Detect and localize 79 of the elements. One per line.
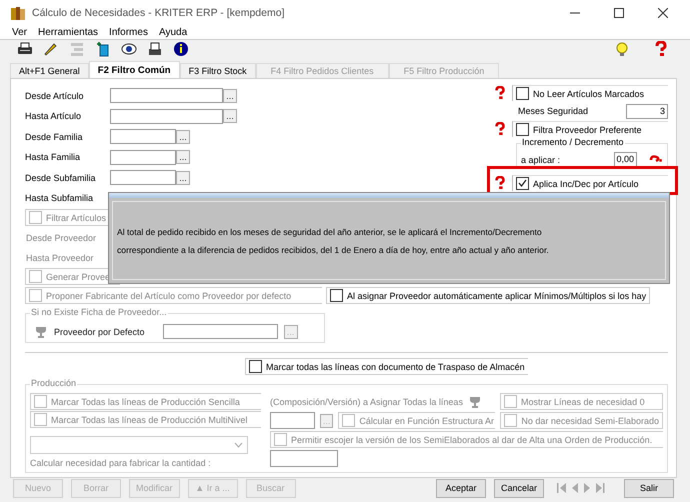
menu-item[interactable]: Ver xyxy=(12,27,28,38)
tab[interactable]: Alt+F1 General xyxy=(10,63,89,78)
input-field[interactable]: 0,00 xyxy=(614,152,637,168)
field-label: Meses Seguridad xyxy=(518,106,588,116)
trophy-icon xyxy=(34,326,48,338)
field-label: Desde Artículo xyxy=(25,90,85,101)
browse-button[interactable]: ... xyxy=(223,88,237,103)
checkbox-label: Marcar Todas las líneas de Producción MultiNivel xyxy=(51,414,248,425)
maximize-icon[interactable] xyxy=(614,8,624,18)
checkbox-label: Filtra Proveedor Preferente xyxy=(533,124,642,135)
field-label: Desde Subfamilia xyxy=(25,172,97,183)
field-label: (Composición/Versión) a Asignar Todas la líneas xyxy=(270,396,463,407)
trophy-icon xyxy=(468,396,482,408)
field-label: Hasta Proveedor xyxy=(25,252,94,266)
checkbox[interactable] xyxy=(330,289,343,302)
print-preview-icon[interactable] xyxy=(147,41,163,58)
checkbox[interactable] xyxy=(516,177,529,190)
group-title: Si no Existe Ficha de Proveedor... xyxy=(30,307,168,318)
browse-button[interactable]: ... xyxy=(176,150,190,164)
field-label: Desde Familia xyxy=(25,132,84,142)
tab[interactable]: F2 Filtro Común xyxy=(88,61,180,78)
field-label: Hasta Artículo xyxy=(25,111,82,122)
browse-button[interactable]: ... xyxy=(223,109,237,124)
checkbox[interactable] xyxy=(516,87,529,100)
browse-button[interactable]: ... xyxy=(176,170,190,185)
chevron-down-icon xyxy=(234,442,243,448)
input-field[interactable] xyxy=(162,324,278,340)
field-label: a aplicar : xyxy=(521,154,562,165)
checkbox-label: Proponer Fabricante del Artículo como Proveedor por defecto xyxy=(46,290,292,301)
window-title: Cálculo de Necesidades - KRITER ERP - [kempdemo] xyxy=(32,7,284,20)
checkbox-label: Cálcular en Función Estructura Ar xyxy=(359,416,494,426)
input-field[interactable] xyxy=(270,412,315,430)
menu-item[interactable]: Ayuda xyxy=(158,27,188,38)
checkbox-label: No Leer Artículos Marcados xyxy=(533,88,644,99)
dialog-button[interactable]: Cancelar xyxy=(494,478,544,498)
input-field[interactable] xyxy=(110,88,223,104)
checkbox[interactable] xyxy=(516,123,529,136)
group-title: Incremento / Decremento xyxy=(521,137,625,148)
input-field[interactable] xyxy=(110,170,176,186)
input-field[interactable] xyxy=(110,108,223,124)
checkbox-label: Marcar todas las líneas con documento de Traspaso de Almacén xyxy=(266,362,525,372)
checkbox-label: Al asignar Proveedor automáticamente aplicar Mínimos/Múltiplos si los hay xyxy=(347,290,646,301)
field-label: Hasta Subfamilia xyxy=(25,193,94,204)
menu-item[interactable]: Herramientas xyxy=(38,27,98,38)
info-text: Al total de pedido recibido en los meses de seguridad del año anterior, se le aplicará el Incremento/Decremento correspondiente a la diferencia de pedidos recibidos, del 1 de Enero a día de hoy, entre año actual y año anterior. xyxy=(117,226,549,257)
close-icon[interactable] xyxy=(658,8,668,18)
help-icon[interactable] xyxy=(649,154,663,165)
field-label: Calcular necesidad para fabricar la cantidad : xyxy=(30,458,212,468)
books-icon xyxy=(10,5,26,22)
record-navigation-icon[interactable] xyxy=(556,482,606,494)
checkbox-label: Filtrar Artículos xyxy=(46,212,106,223)
checkbox-label: Marcar Todas las líneas de Producción Sencilla xyxy=(51,396,240,407)
pen-icon[interactable] xyxy=(43,41,59,58)
checkbox-label: Permitir escojer la versión de los SemiElaborados al dar de Alta una Orden de Producción. xyxy=(291,434,652,445)
input-field[interactable]: 3 xyxy=(626,104,668,119)
document-icon[interactable] xyxy=(95,41,111,58)
checkbox-label: Mostrar Líneas de necesidad 0 xyxy=(521,396,645,407)
field-label: Proveedor por Defecto xyxy=(54,326,145,337)
input-field[interactable] xyxy=(270,450,338,468)
group-title: Producción xyxy=(30,378,78,388)
eye-icon[interactable] xyxy=(121,41,137,58)
checkbox-label: No dar necesidad Semi-Elaborado xyxy=(521,416,659,426)
checkbox[interactable] xyxy=(249,360,262,374)
menu-item[interactable]: Informes xyxy=(109,27,148,38)
input-field[interactable] xyxy=(110,129,176,144)
help-icon[interactable] xyxy=(494,176,506,190)
field-label: Desde Proveedor xyxy=(25,232,96,246)
tab[interactable]: F3 Filtro Stock xyxy=(180,63,256,78)
help-icon[interactable] xyxy=(494,86,506,100)
field-label: Hasta Familia xyxy=(25,152,82,162)
lightbulb-icon[interactable] xyxy=(614,41,630,58)
info-icon[interactable] xyxy=(173,41,189,58)
help-icon[interactable] xyxy=(654,41,668,58)
checkbox-label: Aplica Inc/Dec por Artículo xyxy=(533,178,639,189)
input-field[interactable] xyxy=(110,150,176,165)
dialog-button[interactable]: Salir xyxy=(624,478,674,498)
browse-button[interactable]: ... xyxy=(176,130,190,144)
help-icon[interactable] xyxy=(494,122,506,136)
dialog-button[interactable]: Aceptar xyxy=(436,478,486,498)
